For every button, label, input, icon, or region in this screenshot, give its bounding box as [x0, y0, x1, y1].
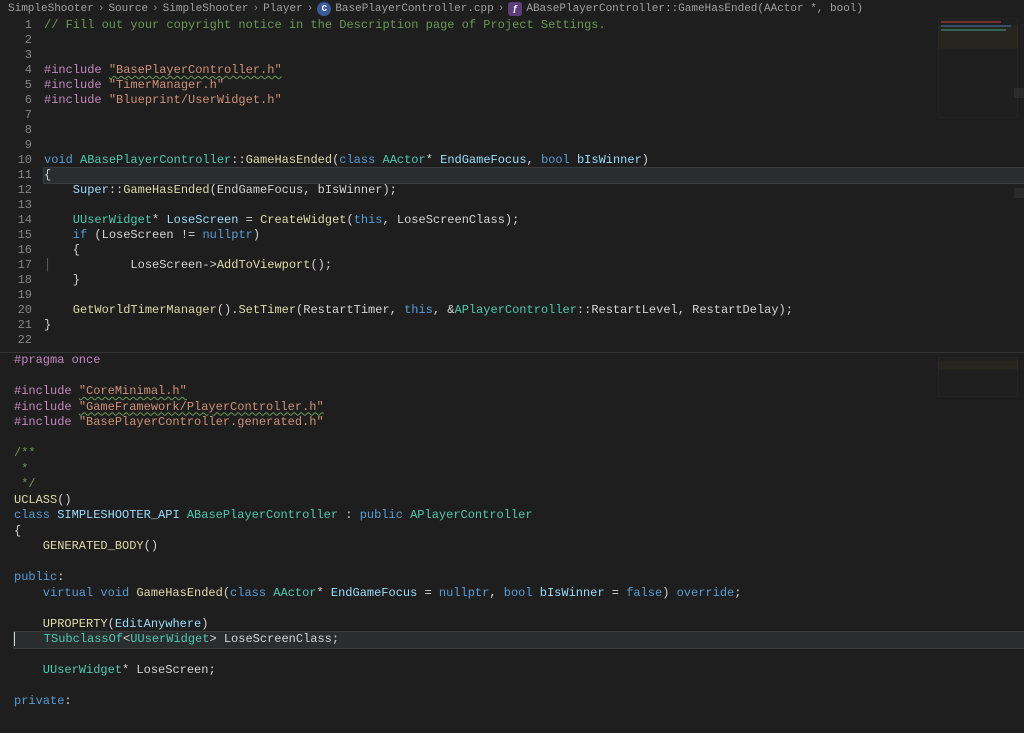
bc-root[interactable]: SimpleShooter [8, 3, 94, 15]
code-text: // Fill out your copyright notice in the… [44, 18, 606, 32]
minimap[interactable] [938, 357, 1018, 397]
code-text: { [44, 168, 51, 182]
chevron-right-icon: › [307, 3, 314, 15]
code-area-cpp[interactable]: 123 456 789 101112 131415 161718 192021 … [0, 18, 1024, 348]
chevron-right-icon: › [98, 3, 105, 15]
function-icon: ƒ [508, 2, 522, 16]
bc-module[interactable]: SimpleShooter [163, 3, 249, 15]
bc-folder[interactable]: Player [263, 3, 303, 15]
chevron-right-icon: › [252, 3, 259, 15]
bc-source[interactable]: Source [108, 3, 148, 15]
code-lines-cpp[interactable]: // Fill out your copyright notice in the… [44, 18, 1024, 348]
chevron-right-icon: › [152, 3, 159, 15]
code-lines-header[interactable]: #pragma once #include "CoreMinimal.h" #i… [0, 353, 1024, 710]
cpp-file-icon: C [317, 2, 331, 16]
breadcrumb[interactable]: SimpleShooter › Source › SimpleShooter ›… [0, 0, 1024, 18]
editor-pane-header[interactable]: #pragma once #include "CoreMinimal.h" #i… [0, 352, 1024, 733]
chevron-right-icon: › [498, 3, 505, 15]
line-number-gutter: 123 456 789 101112 131415 161718 192021 … [0, 18, 44, 348]
bc-file[interactable]: BasePlayerController.cpp [335, 3, 493, 15]
bc-symbol[interactable]: ABasePlayerController::GameHasEnded(AAct… [526, 3, 863, 15]
editor-pane-cpp[interactable]: SimpleShooter › Source › SimpleShooter ›… [0, 0, 1024, 352]
